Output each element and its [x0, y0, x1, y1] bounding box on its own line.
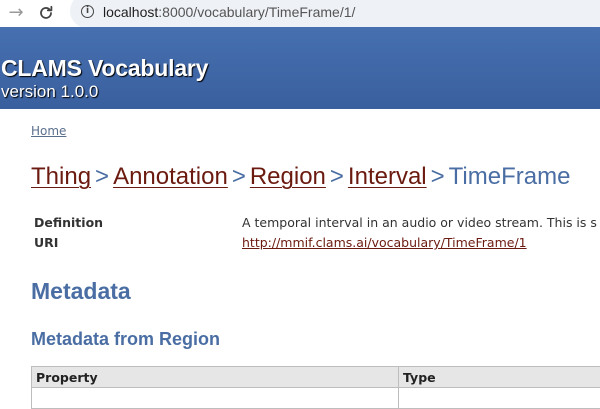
definition-label: Definition — [34, 215, 103, 230]
column-header-property: Property — [32, 367, 399, 388]
breadcrumb-interval[interactable]: Interval — [348, 163, 427, 190]
address-bar[interactable]: i localhost:8000/vocabulary/TimeFrame/1/ — [70, 0, 600, 28]
table-cell — [399, 388, 600, 409]
url-text[interactable]: localhost:8000/vocabulary/TimeFrame/1/ — [103, 4, 355, 20]
uri-label: URI — [34, 235, 58, 250]
metadata-table: Property Type — [31, 366, 600, 409]
breadcrumb-region[interactable]: Region — [250, 163, 326, 190]
table-row — [32, 388, 600, 409]
uri-link[interactable]: http://mmif.clams.ai/vocabulary/TimeFram… — [242, 235, 527, 250]
site-title: CLAMS Vocabulary — [1, 55, 208, 82]
metadata-from-region-heading: Metadata from Region — [31, 329, 220, 350]
definition-value: A temporal interval in an audio or video… — [242, 215, 597, 230]
uri-row: URI http://mmif.clams.ai/vocabulary/Time… — [34, 235, 600, 255]
browser-toolbar: → i localhost:8000/vocabulary/TimeFrame/… — [0, 0, 600, 27]
uri-value: http://mmif.clams.ai/vocabulary/TimeFram… — [242, 235, 527, 250]
metadata-heading: Metadata — [31, 278, 131, 305]
breadcrumb-separator: > — [431, 163, 445, 190]
site-header: CLAMS Vocabulary version 1.0.0 — [0, 27, 600, 109]
properties-list: Definition A temporal interval in an aud… — [34, 215, 600, 255]
breadcrumb-thing[interactable]: Thing — [31, 163, 91, 190]
site-version: version 1.0.0 — [1, 82, 98, 102]
breadcrumb-separator: > — [95, 163, 109, 190]
url-path: :8000/vocabulary/TimeFrame/1/ — [158, 4, 355, 20]
column-header-type: Type — [399, 367, 600, 388]
breadcrumb-separator: > — [232, 163, 246, 190]
table-cell — [32, 388, 399, 409]
breadcrumb-separator: > — [330, 163, 344, 190]
breadcrumb-annotation[interactable]: Annotation — [113, 163, 228, 190]
definition-row: Definition A temporal interval in an aud… — [34, 215, 600, 235]
table-header-row: Property Type — [32, 367, 600, 388]
breadcrumb-current: TimeFrame — [449, 163, 571, 190]
url-host: localhost — [103, 4, 158, 20]
forward-arrow-icon[interactable]: → — [5, 3, 27, 23]
breadcrumb: Thing>Annotation>Region>Interval>TimeFra… — [31, 163, 570, 191]
info-icon[interactable]: i — [81, 5, 94, 18]
home-link[interactable]: Home — [31, 124, 66, 138]
reload-icon[interactable] — [35, 3, 57, 23]
